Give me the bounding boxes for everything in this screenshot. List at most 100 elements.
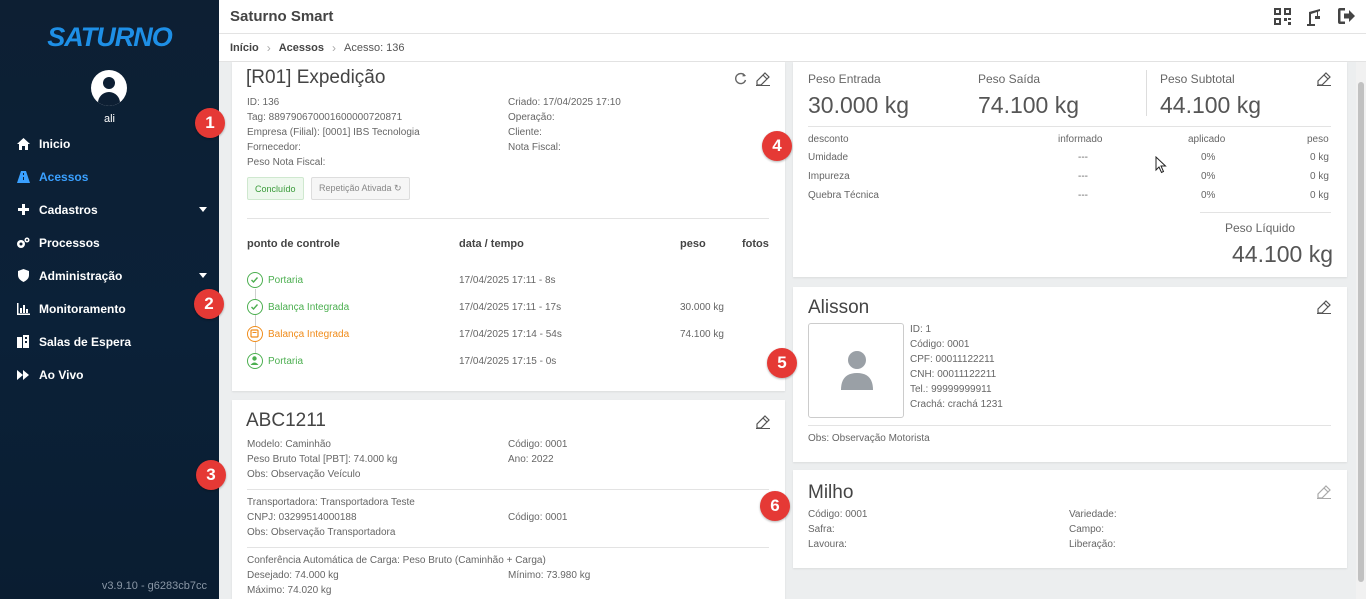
- conferencia-carga: Conferência Automática de Carga: Peso Br…: [247, 555, 546, 566]
- access-operacao: Operação:: [508, 112, 555, 123]
- peso-liquido-label: Peso Líquido: [1225, 221, 1296, 235]
- transportadora-codigo: Código: 0001: [508, 512, 568, 523]
- desconto-peso: 0 kg: [1310, 171, 1329, 182]
- desconto-informado: ---: [1078, 171, 1088, 182]
- driver-photo[interactable]: [808, 323, 904, 418]
- access-empresa: Empresa (Filial): [0001] IBS Tecnologia: [247, 127, 420, 138]
- edit-icon[interactable]: [756, 415, 770, 429]
- product-safra: Safra:: [808, 524, 835, 535]
- annotation-badge: 3: [196, 460, 226, 490]
- edit-icon[interactable]: [1317, 485, 1331, 499]
- sidebar-item-label: Administração: [39, 268, 123, 283]
- user-placeholder-icon: [841, 351, 873, 390]
- sidebar-item-administracao[interactable]: Administração: [0, 259, 219, 292]
- app-title: Saturno Smart: [230, 8, 334, 25]
- col-data-tempo: data / tempo: [459, 238, 524, 250]
- annotation-badge: 4: [762, 131, 792, 161]
- edit-icon[interactable]: [1317, 300, 1331, 314]
- product-codigo: Código: 0001: [808, 509, 868, 520]
- repeat-badge[interactable]: Repetição Ativada ↻: [311, 177, 410, 200]
- checkpoint-name[interactable]: Balança Integrada: [268, 302, 349, 313]
- desconto-name: Umidade: [808, 152, 849, 163]
- col-peso: peso: [1307, 134, 1329, 145]
- sidebar-item-label: Monitoramento: [39, 301, 126, 316]
- scale-icon: [247, 326, 263, 342]
- access-peso-nf: Peso Nota Fiscal:: [247, 157, 326, 168]
- sidebar: SATURNO ali Inicio Acessos Cadastros Pro…: [0, 0, 219, 599]
- crane-icon[interactable]: [1306, 8, 1324, 26]
- sidebar-item-label: Inicio: [39, 136, 71, 151]
- edit-icon[interactable]: [1317, 72, 1331, 86]
- annotation-badge: 2: [194, 289, 224, 319]
- product-name: Milho: [808, 482, 854, 503]
- logout-icon[interactable]: [1338, 8, 1356, 26]
- breadcrumb-current: Acesso: 136: [344, 41, 405, 54]
- refresh-icon[interactable]: [734, 72, 748, 86]
- transportadora-cnpj: CNPJ: 03299514000188: [247, 512, 357, 523]
- vehicle-pbt: Peso Bruto Total [PBT]: 74.000 kg: [247, 454, 398, 465]
- col-fotos: fotos: [742, 238, 769, 250]
- sidebar-item-ao-vivo[interactable]: Ao Vivo: [0, 358, 219, 391]
- sidebar-item-monitoramento[interactable]: Monitoramento: [0, 292, 219, 325]
- peso-subtotal-value: 44.100 kg: [1160, 92, 1262, 118]
- mouse-cursor-icon: [1155, 156, 1167, 174]
- saturno-logo[interactable]: SATURNO: [0, 22, 219, 53]
- sidebar-item-salas-de-espera[interactable]: Salas de Espera: [0, 325, 219, 358]
- user-avatar-icon[interactable]: [91, 70, 127, 106]
- driver-obs: Obs: Observação Motorista: [808, 433, 930, 444]
- road-icon: [16, 170, 30, 184]
- driver-cnh: CNH: 00011122211: [910, 369, 997, 380]
- fast-forward-icon: [16, 368, 30, 382]
- check-circle-icon: [247, 299, 263, 315]
- desconto-aplicado: 0%: [1201, 171, 1216, 182]
- edit-icon[interactable]: [756, 72, 770, 86]
- sidebar-item-processos[interactable]: Processos: [0, 226, 219, 259]
- peso-entrada-label: Peso Entrada: [808, 72, 881, 86]
- chevron-right-icon: ›: [332, 40, 336, 55]
- col-informado: informado: [1058, 134, 1103, 145]
- driver-cracha: Crachá: crachá 1231: [910, 399, 1003, 410]
- username: ali: [103, 113, 115, 125]
- desconto-name: Quebra Técnica: [808, 190, 879, 201]
- desconto-informado: ---: [1078, 152, 1088, 163]
- checkpoint-name[interactable]: Portaria: [268, 356, 303, 367]
- checkpoint-time: 17/04/2025 17:15 - 0s: [459, 356, 557, 367]
- sidebar-item-inicio[interactable]: Inicio: [0, 127, 219, 160]
- sidebar-item-cadastros[interactable]: Cadastros: [0, 193, 219, 226]
- col-peso: peso: [680, 238, 706, 250]
- home-icon: [16, 137, 30, 151]
- checkpoint-name[interactable]: Balança Integrada: [268, 329, 349, 340]
- driver-id: ID: 1: [910, 324, 932, 335]
- product-liberacao: Liberação:: [1069, 539, 1116, 550]
- product-campo: Campo:: [1069, 524, 1105, 535]
- product-lavoura: Lavoura:: [808, 539, 847, 550]
- access-title: [R01] Expedição: [246, 67, 386, 88]
- access-cliente: Cliente:: [508, 127, 542, 138]
- breadcrumb-acessos[interactable]: Acessos: [279, 42, 324, 54]
- desconto-peso: 0 kg: [1310, 152, 1329, 163]
- plus-icon: [16, 203, 30, 217]
- peso-liquido-value: 44.100 kg: [1232, 241, 1334, 267]
- checkpoint-name[interactable]: Portaria: [268, 275, 303, 286]
- transportadora-obs: Obs: Observação Transportadora: [247, 527, 396, 538]
- page-scrollbar[interactable]: [1356, 62, 1366, 599]
- breadcrumb-home[interactable]: Início: [230, 42, 259, 54]
- product-variedade: Variedade:: [1069, 509, 1117, 520]
- peso-saida-value: 74.100 kg: [978, 92, 1080, 118]
- access-id: ID: 136: [247, 97, 280, 108]
- sidebar-item-label: Processos: [39, 235, 100, 250]
- vehicle-plate: ABC1211: [246, 410, 326, 431]
- bar-chart-icon: [16, 302, 30, 316]
- checkpoint-peso: 74.100 kg: [680, 329, 724, 340]
- annotation-badge: 5: [767, 348, 797, 378]
- annotation-badge: 1: [195, 108, 225, 138]
- status-badge: Concluído: [247, 177, 304, 200]
- peso-saida-label: Peso Saída: [978, 72, 1041, 86]
- sidebar-item-label: Cadastros: [39, 202, 98, 217]
- sidebar-item-acessos[interactable]: Acessos: [0, 160, 219, 193]
- desconto-name: Impureza: [808, 171, 850, 182]
- qr-code-icon[interactable]: [1274, 8, 1292, 26]
- peso-desejado: Desejado: 74.000 kg: [247, 570, 339, 581]
- shield-icon: [16, 269, 30, 283]
- sidebar-item-label: Ao Vivo: [39, 367, 84, 382]
